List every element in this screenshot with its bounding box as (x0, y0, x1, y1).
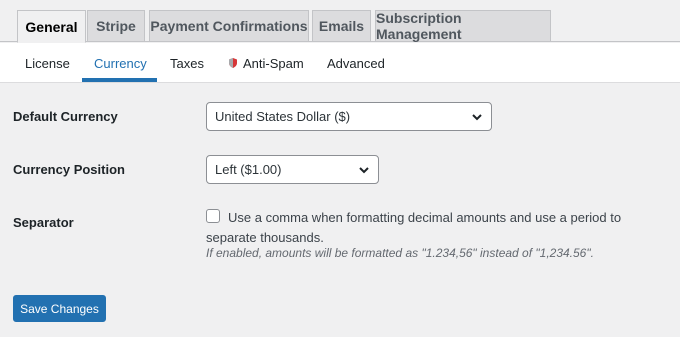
separator-description: If enabled, amounts will be formatted as… (206, 246, 594, 260)
chevron-down-icon (472, 114, 482, 121)
tab-general[interactable]: General (17, 10, 86, 43)
default-currency-label: Default Currency (13, 109, 118, 124)
default-currency-value: United States Dollar ($) (215, 109, 351, 124)
shield-icon (229, 58, 237, 68)
subtab-anti-spam-label: Anti-Spam (243, 55, 304, 71)
separator-checkbox[interactable] (206, 209, 220, 223)
chevron-down-icon (359, 167, 369, 174)
active-subtab-indicator (82, 78, 157, 82)
subtab-advanced[interactable]: Advanced (327, 43, 385, 83)
tab-subscription-management[interactable]: Subscription Management (375, 10, 551, 42)
tab-stripe[interactable]: Stripe (87, 10, 145, 42)
separator-label: Separator (13, 215, 74, 230)
currency-position-label: Currency Position (13, 162, 125, 177)
subtab-license[interactable]: License (25, 43, 70, 83)
subtab-anti-spam[interactable]: Anti-Spam (229, 43, 304, 83)
subtab-currency[interactable]: Currency (94, 43, 147, 83)
tab-emails[interactable]: Emails (312, 10, 371, 42)
subtab-taxes[interactable]: Taxes (170, 43, 204, 83)
currency-position-select[interactable]: Left ($1.00) (206, 155, 379, 184)
default-currency-select[interactable]: United States Dollar ($) (206, 102, 492, 131)
currency-position-value: Left ($1.00) (215, 162, 282, 177)
tab-payment-confirmations[interactable]: Payment Confirmations (149, 10, 309, 42)
save-changes-button[interactable]: Save Changes (13, 295, 106, 322)
settings-tabs: General Stripe Payment Confirmations Ema… (0, 0, 680, 43)
section-subtabs: License Currency Taxes Anti-Spam Advance… (0, 43, 680, 83)
separator-checkbox-label: Use a comma when formatting decimal amou… (206, 210, 622, 245)
